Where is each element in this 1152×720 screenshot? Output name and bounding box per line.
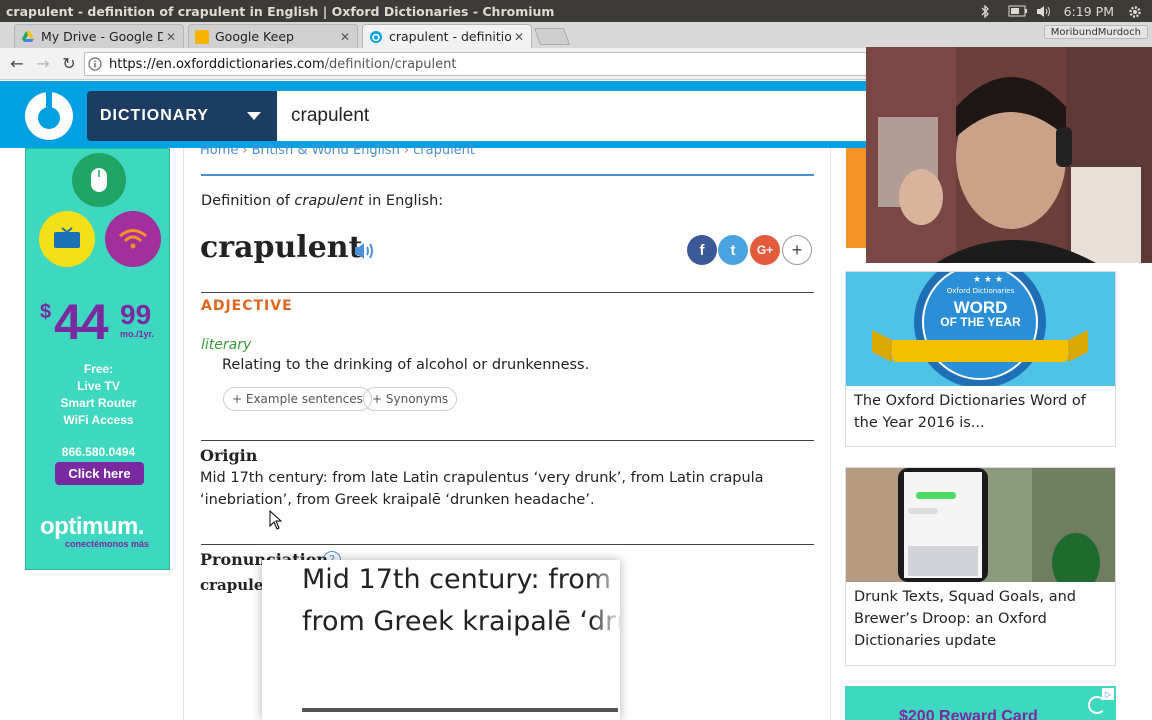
orange-banner [846, 148, 866, 248]
gear-icon[interactable] [1128, 5, 1142, 18]
mouse-cursor-icon [269, 509, 283, 530]
battery-icon[interactable] [1008, 5, 1027, 17]
price-main: 44 [54, 294, 109, 350]
zoom-magnifier-overlay: Mid 17th century: from l from Greek krai… [262, 560, 620, 720]
svg-text:★ ★ ★: ★ ★ ★ [973, 275, 1003, 285]
dictionary-label: DICTIONARY [100, 107, 209, 124]
phone-texts-image [846, 468, 1115, 582]
divider [201, 440, 814, 441]
ad-feature: WiFi Access [63, 413, 134, 427]
bluetooth-icon[interactable] [980, 4, 994, 19]
definition-word: crapulent [294, 193, 364, 209]
google-drive-icon [21, 30, 35, 44]
word-of-year-image: ★ ★ ★ Oxford Dictionaries WORD OF THE YE… [846, 272, 1115, 386]
more-share-button[interactable]: + [782, 235, 812, 265]
divider [201, 292, 814, 293]
back-arrow-icon[interactable]: ← [4, 51, 30, 77]
dictionary-dropdown[interactable]: DICTIONARY [87, 91, 277, 141]
woty-badge-year: OF THE YEAR [940, 315, 1021, 329]
price-dollar: $ [40, 301, 52, 323]
part-of-speech: ADJECTIVE [201, 298, 293, 314]
zoom-divider [302, 708, 618, 712]
tab-oxford-dictionaries[interactable]: crapulent - definitio ✕ [362, 24, 532, 48]
screen: crapulent - definition of crapulent in E… [0, 0, 1152, 720]
divider [201, 174, 814, 176]
url-path: /definition/crapulent [324, 56, 457, 72]
tab-close-icon[interactable]: ✕ [511, 30, 527, 44]
definition-prefix: Definition of [201, 193, 295, 209]
drunk-texts-card[interactable]: Drunk Texts, Squad Goals, and Brewer’s D… [845, 467, 1116, 666]
ad-brand: optimum. [40, 513, 145, 540]
tab-google-drive[interactable]: My Drive - Google Dri ✕ [14, 24, 184, 48]
word-of-year-card[interactable]: ★ ★ ★ Oxford Dictionaries WORD OF THE YE… [845, 271, 1116, 447]
facebook-share-button[interactable]: f [687, 235, 717, 265]
caret-down-icon [247, 112, 261, 120]
breadcrumb-section[interactable]: British & World English [252, 143, 400, 158]
price-period: mo./1yr. [120, 329, 155, 339]
register-label: literary [201, 337, 252, 353]
zoom-fade [590, 560, 620, 670]
definition-intro: Definition of crapulent in English: [201, 193, 443, 209]
tv-icon [39, 211, 95, 267]
left-advertisement[interactable]: $ 44 99 mo./1yr. Free: Live TV Smart Rou… [25, 148, 170, 570]
oxford-logo[interactable] [22, 88, 78, 142]
zoom-line: Mid 17th century: from l [302, 564, 620, 595]
mouse-icon [72, 153, 126, 207]
url-text: https://en.oxforddictionaries.com/defini… [105, 57, 456, 72]
search-input[interactable]: crapulent [277, 91, 877, 141]
origin-text: Mid 17th century: from late Latin crapul… [200, 470, 764, 508]
tab-google-keep[interactable]: Google Keep ✕ [188, 24, 358, 48]
window-title-bar: crapulent - definition of crapulent in E… [0, 0, 1152, 22]
window-title: crapulent - definition of crapulent in E… [6, 3, 555, 19]
ad-feature: Smart Router [60, 396, 137, 410]
google-keep-icon [195, 29, 209, 44]
breadcrumb-home[interactable]: Home [200, 143, 238, 158]
speaker-icon[interactable] [353, 240, 377, 262]
sense-definition: Relating to the drinking of alcohol or d… [222, 357, 590, 373]
ad-phone: 866.580.0494 [61, 445, 136, 459]
forward-arrow-icon[interactable]: → [30, 51, 56, 77]
twitter-share-button[interactable]: t [718, 235, 748, 265]
divider [201, 544, 814, 545]
ad-click-here-button[interactable]: Click here [55, 462, 144, 485]
pronunciation-word: crapule [200, 576, 264, 594]
example-sentences-button[interactable]: + Example sentences [223, 387, 372, 411]
clock[interactable]: 6:19 PM [1064, 4, 1114, 19]
synonyms-button[interactable]: + Synonyms [363, 387, 458, 411]
new-tab-button[interactable] [533, 28, 571, 45]
reload-icon[interactable]: ↻ [56, 51, 82, 77]
oxford-dictionaries-icon [369, 30, 383, 44]
bottom-advertisement[interactable]: $200 Reward Card ▷ [845, 686, 1116, 720]
refresh-icon[interactable] [1088, 696, 1106, 714]
google-plus-share-button[interactable]: G+ [750, 235, 780, 265]
price-cents: 99 [120, 299, 152, 330]
woty-badge-top: Oxford Dictionaries [946, 287, 1015, 295]
headword: crapulent [200, 230, 363, 265]
breadcrumb-separator: › [403, 143, 410, 158]
url-host: https://en.oxforddictionaries.com [109, 56, 325, 72]
page-info-icon[interactable] [85, 54, 105, 74]
definition-suffix: in English: [363, 193, 444, 209]
ad-feature: Free: [83, 362, 114, 376]
tab-strip: My Drive - Google Dri ✕ Google Keep ✕ cr… [0, 22, 1152, 48]
origin-heading: Origin [200, 446, 258, 465]
zoom-line: from Greek kraipalē ‘dru [302, 606, 620, 637]
breadcrumb-separator: › [242, 143, 248, 158]
breadcrumb-current[interactable]: crapulent [413, 143, 475, 158]
tab-close-icon[interactable]: ✕ [163, 30, 179, 44]
wifi-icon [105, 211, 161, 267]
profile-badge[interactable]: MoribundMurdoch [1043, 25, 1148, 39]
system-tray: 6:19 PM [980, 4, 1152, 19]
address-bar[interactable]: https://en.oxforddictionaries.com/defini… [84, 52, 874, 76]
webcam-overlay [866, 47, 1152, 263]
bottom-ad-text: $200 Reward Card [899, 708, 1038, 720]
breadcrumb: Home › British & World English › crapulent [200, 143, 475, 158]
drunk-texts-caption[interactable]: Drunk Texts, Squad Goals, and Brewer’s D… [854, 586, 1112, 652]
ad-tagline: conectémonos más [65, 539, 150, 549]
ad-feature: Live TV [77, 379, 120, 393]
tab-close-icon[interactable]: ✕ [337, 30, 353, 44]
volume-icon[interactable] [1036, 5, 1050, 17]
word-of-year-caption[interactable]: The Oxford Dictionaries Word of the Year… [854, 390, 1112, 434]
